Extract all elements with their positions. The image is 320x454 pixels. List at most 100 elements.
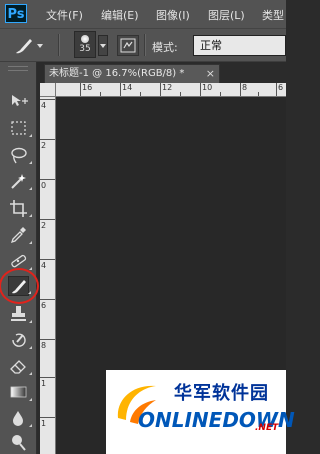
gradient-tool[interactable] <box>8 382 32 402</box>
ruler-tick <box>120 83 121 96</box>
ruler-label: 6 <box>278 83 284 92</box>
ruler-label: 12 <box>162 83 173 92</box>
menu-bar: Ps 文件(F) 编辑(E) 图像(I) 图层(L) 类型 <box>0 0 286 28</box>
ruler-tick <box>40 417 55 418</box>
watermark-cn-text: 华军软件园 <box>174 383 269 404</box>
eraser-icon <box>10 360 26 374</box>
move-tool[interactable] <box>8 91 29 111</box>
ruler-tick <box>140 92 141 96</box>
lasso-icon <box>11 147 27 164</box>
history-brush-tool[interactable] <box>8 330 32 350</box>
ruler-tick <box>40 377 55 378</box>
ruler-label: 2 <box>41 141 47 150</box>
menu-edit[interactable]: 编辑(E) <box>101 7 139 23</box>
ruler-tick <box>258 92 259 96</box>
ruler-label: 0 <box>41 181 47 190</box>
ruler-tick <box>40 99 55 100</box>
ruler-label: 6 <box>41 301 47 310</box>
brush-panel-toggle[interactable] <box>117 35 139 56</box>
ruler-label: 4 <box>41 101 47 110</box>
menu-image[interactable]: 图像(I) <box>156 7 190 23</box>
ruler-tick <box>160 83 161 96</box>
submenu-indicator <box>29 424 32 427</box>
submenu-indicator <box>29 346 32 349</box>
ruler-origin[interactable] <box>40 83 56 97</box>
brush-tool-highlight-circle <box>0 268 39 304</box>
ruler-tick <box>40 339 55 340</box>
gradient-icon <box>10 386 27 398</box>
magic-wand-tool[interactable] <box>8 171 32 191</box>
menu-layer[interactable]: 图层(L) <box>208 7 245 23</box>
document-tab[interactable]: 未标题-1 @ 16.7%(RGB/8) * × <box>44 64 220 83</box>
magic-wand-icon <box>11 174 26 189</box>
clone-stamp-tool[interactable] <box>8 304 32 324</box>
submenu-indicator <box>29 214 32 217</box>
ruler-tick <box>40 139 55 140</box>
watermark: 华军软件园 ONLINEDOWN .NET <box>106 370 295 454</box>
document-title: 未标题-1 @ 16.7%(RGB/8) * <box>49 68 185 79</box>
ruler-tick <box>40 259 55 260</box>
ruler-label: 8 <box>242 83 248 92</box>
chevron-down-icon <box>100 44 106 48</box>
dodge-icon <box>12 435 26 451</box>
panel-grip[interactable] <box>8 66 28 71</box>
ruler-tick <box>40 179 55 180</box>
brush-tool-preset-icon <box>16 39 43 54</box>
dodge-tool[interactable] <box>8 432 29 452</box>
ruler-label: 2 <box>41 221 47 230</box>
submenu-indicator <box>29 372 32 375</box>
ruler-label: 1 <box>41 379 47 388</box>
submenu-indicator <box>29 187 32 190</box>
ruler-tick <box>100 92 101 96</box>
clone-stamp-icon <box>11 306 26 321</box>
close-icon[interactable]: × <box>206 65 215 82</box>
ruler-label: 16 <box>82 83 93 92</box>
photoshop-logo: Ps <box>5 4 27 23</box>
marquee-icon <box>11 121 26 135</box>
crop-tool[interactable] <box>8 198 32 218</box>
vertical-ruler[interactable]: 4 2 0 2 4 6 8 1 1 <box>40 97 56 454</box>
separator <box>58 34 60 56</box>
horizontal-ruler[interactable]: 16 14 12 10 8 6 <box>56 83 286 97</box>
marquee-tool[interactable] <box>8 118 32 138</box>
eyedropper-icon <box>10 227 26 244</box>
mode-label: 模式: <box>152 41 178 54</box>
brush-panel-icon <box>120 38 136 53</box>
ruler-label: 1 <box>41 419 47 428</box>
ruler-tick <box>200 83 201 96</box>
history-brush-icon <box>12 333 26 347</box>
lasso-tool[interactable] <box>8 145 32 165</box>
submenu-indicator <box>29 267 32 270</box>
ruler-label: 4 <box>41 261 47 270</box>
ruler-tick <box>40 299 55 300</box>
eraser-tool[interactable] <box>8 356 32 376</box>
tool-preset-picker[interactable] <box>10 34 44 60</box>
mode-select[interactable]: 正常 <box>193 35 286 56</box>
menu-file[interactable]: 文件(F) <box>46 7 83 23</box>
ruler-tick <box>40 219 55 220</box>
eyedropper-tool[interactable] <box>8 225 32 245</box>
ruler-label: 10 <box>202 83 213 92</box>
brush-size-label: 35 <box>79 44 91 54</box>
brush-preset-dropdown[interactable] <box>98 35 108 56</box>
ruler-tick <box>276 83 277 96</box>
ruler-tick <box>180 92 181 96</box>
brush-preset-picker[interactable]: 35 <box>74 31 96 58</box>
submenu-indicator <box>29 161 32 164</box>
crop-icon <box>10 200 27 217</box>
ruler-tick <box>220 92 221 96</box>
submenu-indicator <box>29 134 32 137</box>
ruler-tick <box>80 83 81 96</box>
submenu-indicator <box>29 320 32 323</box>
blur-tool[interactable] <box>8 408 32 428</box>
separator <box>144 34 146 56</box>
ruler-tick <box>240 83 241 96</box>
watermark-suffix: .NET <box>255 423 279 433</box>
brush-tip-icon <box>81 35 89 43</box>
blur-icon <box>13 411 23 426</box>
submenu-indicator <box>29 241 32 244</box>
move-icon <box>12 95 28 106</box>
menu-type[interactable]: 类型 <box>262 7 284 23</box>
ruler-label: 8 <box>41 341 47 350</box>
submenu-indicator <box>29 398 32 401</box>
